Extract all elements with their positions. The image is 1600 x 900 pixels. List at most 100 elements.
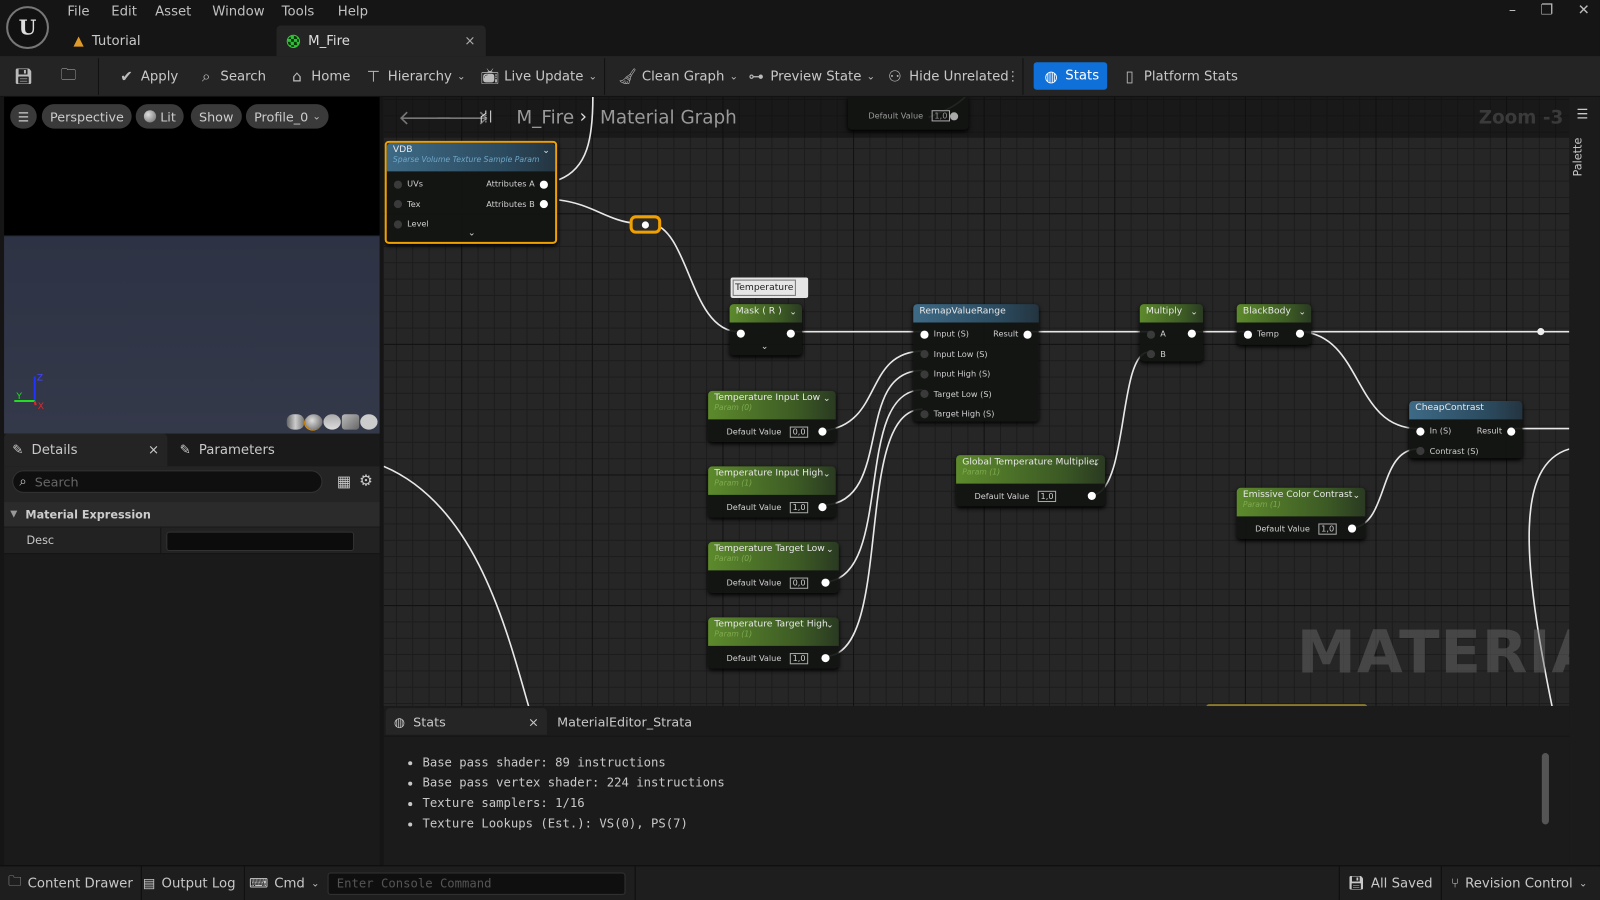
input-pin[interactable]: A <box>1146 330 1166 339</box>
console-command-input[interactable]: Enter Console Command <box>327 872 626 895</box>
preview-state-button[interactable]: ⊶ Preview State ⌄ <box>747 64 875 88</box>
input-pin[interactable]: Temp <box>1243 330 1279 339</box>
more-options-icon[interactable]: ⋮ <box>1006 64 1019 88</box>
node-temperature-input-low[interactable]: Temperature Input Low Param (0) ⌄ Default V… <box>708 390 836 442</box>
pin-dot[interactable] <box>920 330 929 339</box>
node-global-temperature-multiplier[interactable]: Global Temperature Multiplier Param (1) ⌄ D… <box>956 455 1106 507</box>
pin-dot[interactable] <box>393 219 403 229</box>
chevron-down-icon[interactable]: ⌄ <box>823 469 831 479</box>
all-saved-button[interactable]: 💾︎ All Saved <box>1338 866 1442 900</box>
default-value-field[interactable]: 1,0 <box>1318 523 1338 535</box>
output-pin[interactable]: Result <box>993 330 1032 339</box>
breadcrumb-root[interactable]: M_Fire <box>516 107 574 128</box>
tab-m-fire[interactable]: M_Fire × <box>276 25 486 57</box>
comment-bubble[interactable]: Temperature <box>730 277 809 298</box>
pin-dot[interactable] <box>1023 330 1032 339</box>
default-value-field[interactable]: 1,0 <box>789 653 809 665</box>
tab-tutorial[interactable]: ▲ Tutorial <box>63 26 272 57</box>
unreal-logo[interactable]: U <box>6 6 49 49</box>
close-stats-icon[interactable]: × <box>528 714 539 729</box>
preview-viewport[interactable]: ☰ Perspective Lit Show Profile_0 ⌄ Z Y X <box>4 96 380 434</box>
material-graph-canvas[interactable]: 🡐 🡒 ⛙ M_Fire › Material Graph Zoom -3 MA… <box>383 96 1570 707</box>
tab-stats[interactable]: ◍ Stats × <box>385 708 547 735</box>
output-pin[interactable] <box>1183 329 1196 338</box>
input-pin[interactable]: In (S) <box>1416 427 1451 436</box>
home-button[interactable]: ⌂ Home <box>288 64 350 88</box>
menu-file[interactable]: File <box>67 4 89 19</box>
cmd-dropdown[interactable]: ⌨ Cmd ⌄ <box>241 866 328 900</box>
pin-dot[interactable] <box>920 389 929 398</box>
output-pin[interactable] <box>821 654 830 663</box>
output-pin[interactable] <box>1291 329 1305 338</box>
pin-dot[interactable] <box>1416 427 1425 436</box>
input-pin[interactable]: Target Low (S) <box>920 389 992 398</box>
chevron-down-icon[interactable]: ⌄ <box>1092 458 1100 468</box>
partial-param-node[interactable]: Default Value 1,0 <box>847 96 969 130</box>
details-search-input[interactable]: ⌕ Search <box>12 470 323 493</box>
apply-button[interactable]: ✔ Apply <box>117 64 178 88</box>
output-pin[interactable] <box>818 427 827 436</box>
lit-button[interactable]: Lit <box>135 104 185 129</box>
settings-gear-icon[interactable]: ⚙ <box>359 471 373 489</box>
node-vdb[interactable]: VDB Sparse Volume Texture Sample Param ⌄ UV… <box>384 140 558 244</box>
tab-material-editor-strata[interactable]: MaterialEditor_Strata <box>557 714 692 729</box>
input-pin[interactable] <box>736 329 750 338</box>
tab-parameters[interactable]: ✎ Parameters <box>171 434 334 467</box>
node-temperature-target-low[interactable]: Temperature Target Low Param (0) ⌄ Default … <box>708 541 839 593</box>
cylinder-icon[interactable] <box>286 414 305 430</box>
output-pin[interactable] <box>1087 491 1096 500</box>
node-mask-r[interactable]: Mask ( R ) ⌄ ⌄ <box>729 304 803 356</box>
save-button[interactable]: 💾︎ <box>14 64 33 88</box>
graph-hierarchy-icon[interactable]: ⛙ <box>480 106 493 130</box>
default-value-field[interactable]: 1,0 <box>1037 490 1057 503</box>
input-pin[interactable]: Target High (S) <box>920 409 994 418</box>
chevron-down-icon[interactable]: ⌄ <box>789 307 797 317</box>
pin-dot[interactable] <box>1187 329 1196 338</box>
pin-dot[interactable] <box>1416 446 1425 456</box>
pin-dot[interactable] <box>393 180 403 189</box>
comment-text[interactable]: Temperature <box>732 279 796 296</box>
clean-graph-button[interactable]: 🧹︎ Clean Graph ⌄ <box>618 64 738 88</box>
node-remapvaluerange[interactable]: RemapValueRange Input (S) Input Low (S) Inp… <box>913 304 1039 422</box>
hierarchy-button[interactable]: ⊤ Hierarchy ⌄ <box>364 64 466 88</box>
cube-icon[interactable] <box>341 414 360 430</box>
node-temperature-target-high[interactable]: Temperature Target High Param (1) ⌄ Default… <box>708 617 839 669</box>
custom-mesh-icon[interactable] <box>360 414 378 430</box>
default-value-field[interactable]: 0,0 <box>789 577 809 589</box>
output-pin[interactable] <box>821 578 830 587</box>
chevron-down-icon[interactable]: ⌄ <box>1190 307 1198 317</box>
sphere-icon[interactable] <box>305 414 323 430</box>
pin-dot[interactable] <box>1507 427 1516 436</box>
input-pin[interactable]: Tex <box>393 199 420 209</box>
chevron-down-icon[interactable]: ⌄ <box>1352 491 1360 501</box>
close-details-icon[interactable]: × <box>148 442 159 457</box>
input-pin[interactable]: Input High (S) <box>920 369 990 379</box>
expand-chevron-icon[interactable]: ⌄ <box>761 342 769 352</box>
platform-stats-button[interactable]: ▯ Platform Stats <box>1120 64 1238 88</box>
reroute-node[interactable] <box>629 215 662 234</box>
pin-dot[interactable] <box>393 199 403 209</box>
input-pin[interactable]: B <box>1146 349 1166 359</box>
stats-button[interactable]: ◍ Stats <box>1033 62 1108 90</box>
default-value-field[interactable]: 0,0 <box>789 426 809 438</box>
pin-dot[interactable] <box>1295 329 1305 338</box>
pin-dot[interactable] <box>920 409 929 418</box>
output-pin[interactable] <box>782 329 795 338</box>
profile-dropdown[interactable]: Profile_0 ⌄ <box>245 104 330 129</box>
palette-tab[interactable]: Palette <box>1571 136 1584 177</box>
default-value-field[interactable]: 1,0 <box>931 110 951 122</box>
menu-tools[interactable]: Tools <box>282 4 315 19</box>
pin-dot[interactable] <box>736 329 745 338</box>
menu-asset[interactable]: Asset <box>155 4 191 19</box>
close-tab-icon[interactable]: × <box>464 33 475 48</box>
pin-dot[interactable] <box>539 180 548 189</box>
pin-dot[interactable] <box>539 199 548 209</box>
minimize-icon[interactable]: – <box>1509 2 1516 18</box>
chevron-down-icon[interactable]: ⌄ <box>1298 307 1306 317</box>
plane-icon[interactable] <box>323 414 341 430</box>
pin-dot[interactable] <box>920 349 929 359</box>
node-temperature-input-high[interactable]: Temperature Input High Param (1) ⌄ Default … <box>708 466 836 518</box>
pin-dot[interactable] <box>1243 330 1253 339</box>
output-pin[interactable] <box>818 503 827 512</box>
output-log-button[interactable]: ▤ Output Log <box>135 866 245 900</box>
